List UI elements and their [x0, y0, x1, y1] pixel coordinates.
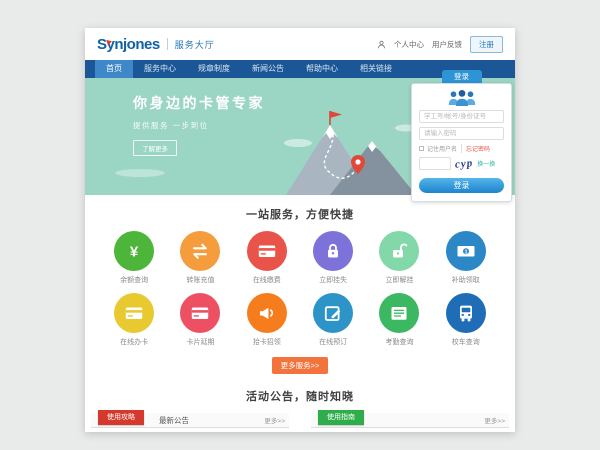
service-label: 立即挂失 [319, 275, 347, 285]
site-title: 服务大厅 [175, 38, 215, 51]
divider [167, 38, 168, 50]
yuan-icon: ¥ [114, 231, 154, 271]
remember-checkbox[interactable] [419, 146, 424, 151]
announcement-panels: 使用攻略 最新公告 更多>> 使用指南 更多>> [85, 413, 515, 428]
svg-text:¥: ¥ [130, 244, 139, 261]
hero-subtitle: 提供服务 一步到位 [133, 120, 265, 131]
nav-item-home[interactable]: 首页 [95, 60, 133, 78]
user-feedback-link[interactable]: 用户反馈 [432, 39, 462, 50]
register-button[interactable]: 注册 [470, 36, 503, 53]
captcha-input[interactable] [419, 157, 451, 170]
password-input[interactable] [419, 127, 504, 140]
service-item-6[interactable]: 在线办卡 [101, 293, 167, 347]
more-link[interactable]: 更多>> [484, 415, 505, 425]
nav-item-related-links[interactable]: 相关链接 [349, 60, 403, 78]
service-label: 在线缴费 [253, 275, 281, 285]
service-label: 余额查询 [120, 275, 148, 285]
nav-item-service-center[interactable]: 服务中心 [133, 60, 187, 78]
captcha-row: cyp 换一换 [419, 157, 504, 170]
captcha-image[interactable]: cyp [455, 157, 474, 171]
remember-label: 记住用户名 [427, 144, 457, 153]
panel-header: 使用攻略 最新公告 更多>> [91, 413, 289, 428]
banknote-icon: 1 [446, 231, 486, 271]
nav-item-rules[interactable]: 规章制度 [187, 60, 241, 78]
panel-tab[interactable]: 最新公告 [159, 415, 189, 426]
service-label: 立即解挂 [385, 275, 413, 285]
transfer-icon [180, 231, 220, 271]
users-icon [445, 89, 479, 106]
more-link[interactable]: 更多>> [264, 415, 285, 425]
service-item-7[interactable]: 卡片延期 [167, 293, 233, 347]
panel-ribbon: 使用攻略 [98, 410, 144, 425]
captcha-refresh-link[interactable]: 换一换 [477, 159, 495, 168]
service-label: 卡片延期 [186, 337, 214, 347]
lock-icon [313, 231, 353, 271]
hero-title: 你身边的卡管专家 [133, 93, 265, 113]
panel-header: 使用指南 更多>> [311, 413, 509, 428]
logo-arrow-icon [106, 38, 113, 45]
card-icon [247, 231, 287, 271]
service-label: 转账充值 [186, 275, 214, 285]
cloud-shape [115, 169, 165, 177]
card-icon [180, 293, 220, 333]
service-item-11[interactable]: 校车查询 [433, 293, 499, 347]
hero-text: 你身边的卡管专家 提供服务 一步到位 了解更多 [133, 93, 265, 156]
forgot-password-link[interactable]: 忘记密码 [461, 144, 490, 153]
login-form: 记住用户名 忘记密码 cyp 换一换 登录 [411, 83, 512, 202]
announcement-panel-1: 使用指南 更多>> [311, 413, 509, 428]
svg-text:1: 1 [464, 249, 467, 255]
service-label: 在线办卡 [120, 337, 148, 347]
panel-ribbon: 使用指南 [318, 410, 364, 425]
service-item-4[interactable]: 立即解挂 [366, 231, 432, 285]
megaphone-icon [247, 293, 287, 333]
nav-item-news[interactable]: 新闻公告 [241, 60, 295, 78]
logo[interactable]: Synjones [97, 36, 160, 53]
hero-cta-button[interactable]: 了解更多 [133, 140, 177, 156]
service-label: 在线预订 [319, 337, 347, 347]
service-label: 拾卡招领 [253, 337, 281, 347]
login-submit-button[interactable]: 登录 [419, 178, 504, 193]
announcement-panel-0: 使用攻略 最新公告 更多>> [91, 413, 289, 428]
remember-row: 记住用户名 忘记密码 [419, 144, 504, 153]
service-item-2[interactable]: 在线缴费 [234, 231, 300, 285]
service-item-3[interactable]: 立即挂失 [300, 231, 366, 285]
more-services-button[interactable]: 更多服务>> [272, 357, 329, 374]
service-item-10[interactable]: 考勤查询 [366, 293, 432, 347]
mountain-illustration [278, 103, 418, 195]
service-label: 校车查询 [452, 337, 480, 347]
page: Synjones 服务大厅 个人中心 用户反馈 注册 首页服务中心规章制度新闻公… [85, 28, 515, 432]
hero-banner: 你身边的卡管专家 提供服务 一步到位 了解更多 登录 [85, 78, 515, 195]
edit-icon [313, 293, 353, 333]
announcements-section: 活动公告，随时知晓 使用攻略 最新公告 更多>> 使用指南 更多>> [85, 374, 515, 428]
logo-text: Synjones [97, 36, 160, 53]
header: Synjones 服务大厅 个人中心 用户反馈 注册 [85, 28, 515, 60]
username-input[interactable] [419, 110, 504, 123]
login-panel: 登录 记住用户名 忘记密码 cyp 换一换 [411, 70, 512, 202]
service-item-5[interactable]: 1 补助领取 [433, 231, 499, 285]
service-item-0[interactable]: ¥ 余额查询 [101, 231, 167, 285]
bus-icon [446, 293, 486, 333]
list-icon [379, 293, 419, 333]
card-icon [114, 293, 154, 333]
login-tab[interactable]: 登录 [442, 70, 482, 83]
services-grid: ¥ 余额查询 转账充值 在线缴费 立即挂失 立即解挂 1 补助领取在线办卡 卡片延期 拾卡招领 在线… [85, 231, 515, 355]
nav-item-help-center[interactable]: 帮助中心 [295, 60, 349, 78]
person-icon [377, 40, 386, 49]
services-section: 一站服务，方便快捷 ¥余额查询转账充值在线缴费立即挂失立即解挂1补助领取在线办卡… [85, 195, 515, 374]
service-item-1[interactable]: 转账充值 [167, 231, 233, 285]
personal-center-link[interactable]: 个人中心 [394, 39, 424, 50]
service-item-8[interactable]: 拾卡招领 [234, 293, 300, 347]
service-label: 补助领取 [452, 275, 480, 285]
service-item-9[interactable]: 在线预订 [300, 293, 366, 347]
announcements-title: 活动公告，随时知晓 [85, 374, 515, 413]
header-links: 个人中心 用户反馈 注册 [377, 36, 503, 53]
unlock-icon [379, 231, 419, 271]
service-label: 考勤查询 [385, 337, 413, 347]
